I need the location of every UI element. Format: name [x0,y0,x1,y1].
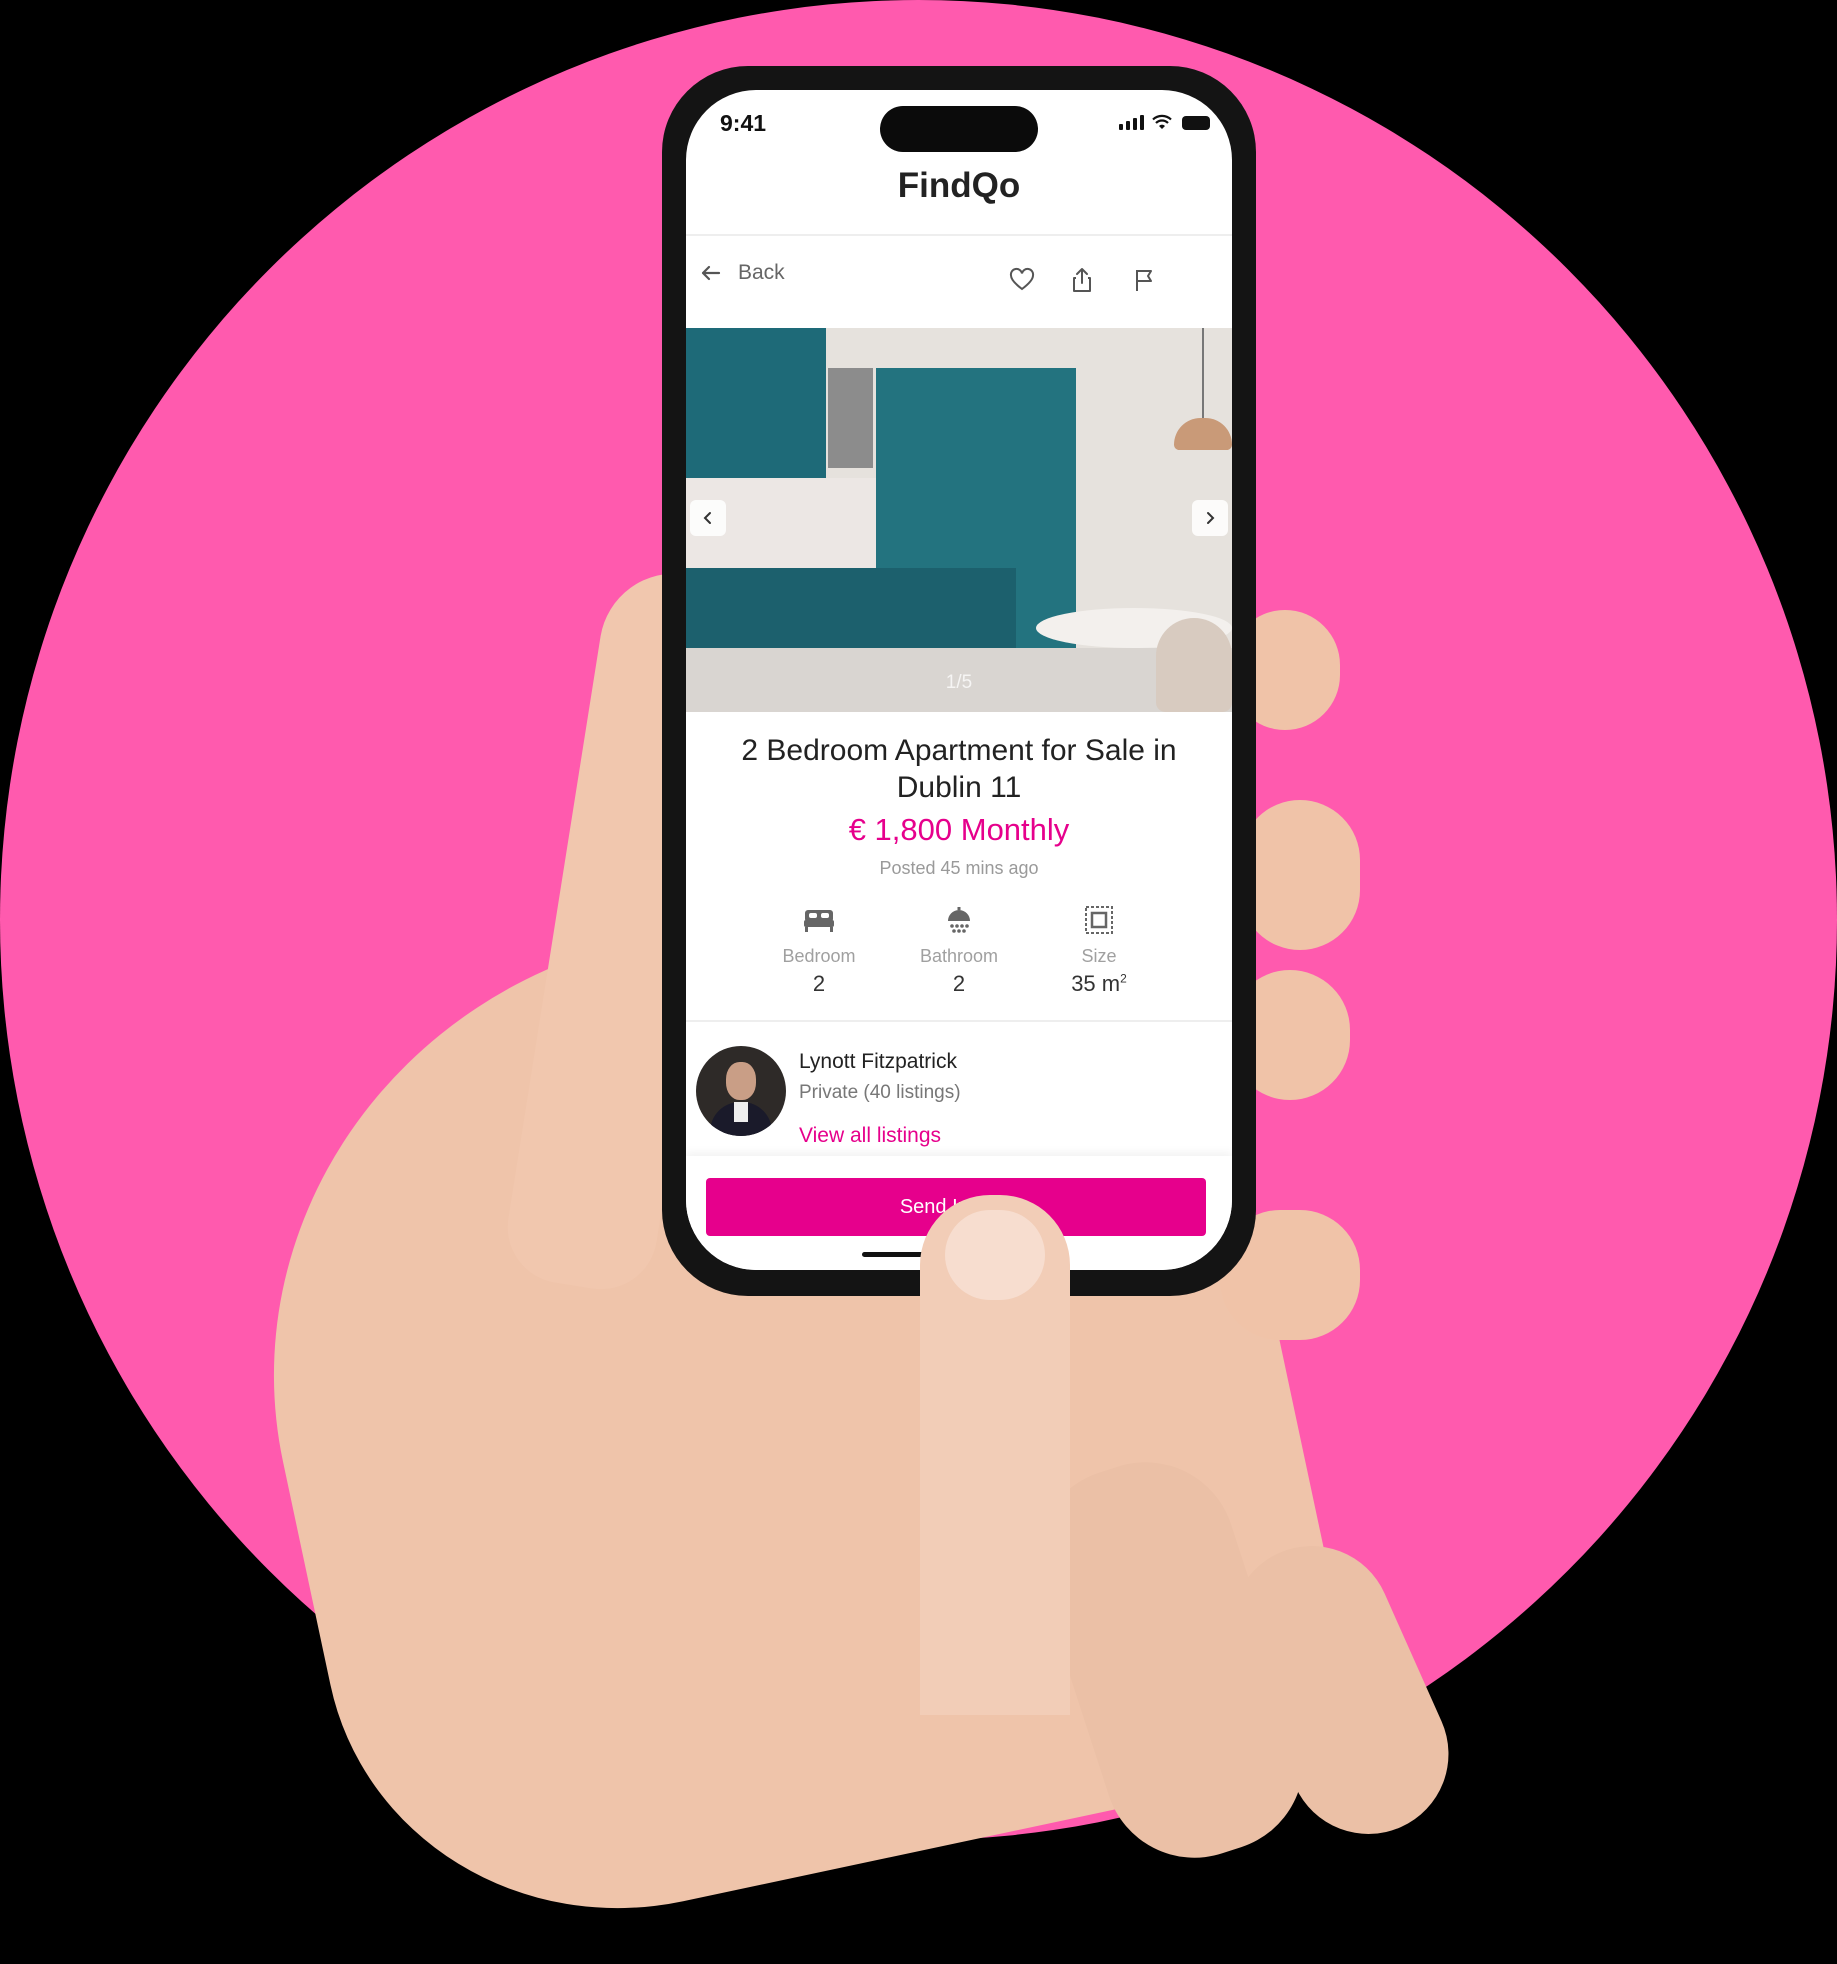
feature-label: Bathroom [919,946,999,966]
feature-bathroom: Bathroom 2 [879,904,1039,997]
signal-icon [1119,115,1144,130]
favorite-button[interactable] [1004,262,1040,298]
battery-icon [1182,116,1210,130]
status-time: 9:41 [720,110,767,136]
view-all-listings-link[interactable]: View all listings [799,1124,941,1148]
photo-counter [686,568,1016,658]
share-button[interactable] [1064,262,1100,298]
fingernail [945,1210,1045,1300]
back-button[interactable]: Back [698,260,785,286]
prev-photo-button[interactable] [690,500,726,536]
shower-icon [948,907,970,933]
listing-title: 2 Bedroom Apartment for Sale in Dublin 1… [741,734,1177,804]
hand-finger [1240,800,1360,950]
feature-value: 2 [952,971,966,996]
share-icon [1073,268,1091,292]
heart-icon [1009,267,1035,291]
app-title: FindQo [897,166,1021,205]
feature-label: Bedroom [782,946,856,966]
avatar[interactable] [696,1046,786,1136]
listing-photo: 1/5 [686,328,1232,712]
back-label: Back [738,261,785,284]
chevron-right-icon [1207,512,1215,524]
size-unit-exponent: 2 [1120,971,1127,986]
bed-icon [804,910,834,932]
wifi-icon [1152,114,1172,129]
phone-screen: 9:41 FindQo Back 1/5 2 Bedroom Apartment… [686,90,1232,1270]
status-icons [1119,114,1210,130]
photo-counter-label: 1/5 [945,672,973,693]
report-button[interactable] [1126,262,1162,298]
next-photo-button[interactable] [1192,500,1228,536]
posted-time: Posted 45 mins ago [879,858,1039,878]
listing-price: € 1,800 Monthly [848,812,1070,847]
flag-icon [1136,270,1152,291]
feature-value: 35 m2 [1019,971,1179,997]
divider [686,1020,1232,1022]
chevron-left-icon [703,512,711,524]
seller-name: Lynott Fitzpatrick [799,1050,957,1073]
photo-hood [828,368,873,468]
divider [686,234,1232,236]
seller-meta: Private (40 listings) [799,1082,961,1103]
size-icon [1085,906,1113,934]
size-value: 35 m [1071,971,1121,996]
feature-size: Size 35 m2 [1019,904,1179,997]
feature-label: Size [1081,946,1117,966]
photo-lamp [1174,418,1232,450]
arrow-left-icon [701,265,721,281]
dynamic-island [880,106,1038,152]
feature-bedroom: Bedroom 2 [739,904,899,997]
feature-value: 2 [812,971,826,996]
photo-chair [1156,618,1232,712]
photo-lamp-cord [1202,328,1204,418]
